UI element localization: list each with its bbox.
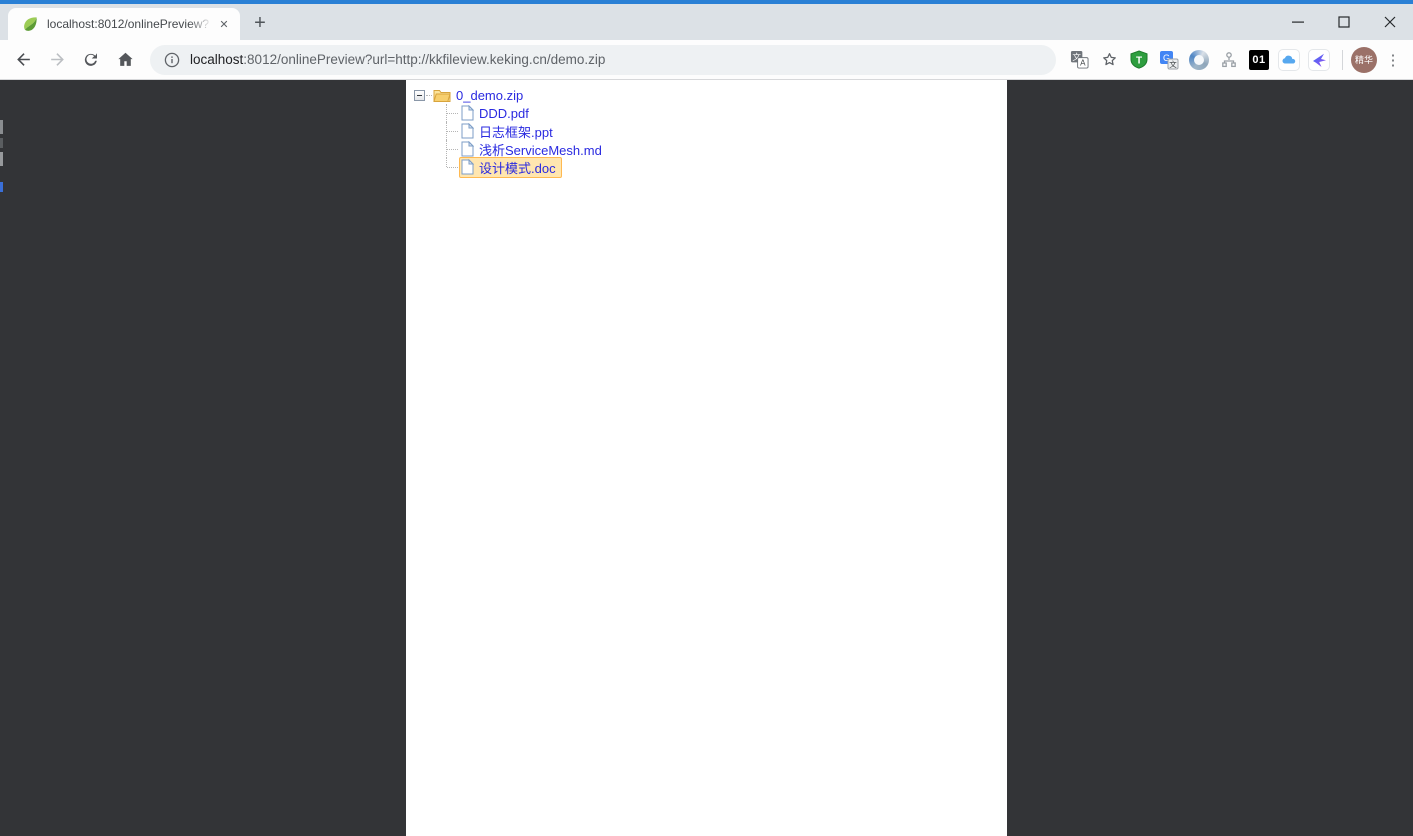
screen-edge-artifact — [0, 80, 3, 836]
page-viewport: 0_demo.zip DDD.pdf — [0, 80, 1413, 836]
extensions-area: T G 文 01 — [1124, 45, 1405, 75]
reload-button[interactable] — [76, 45, 106, 75]
maximize-button[interactable] — [1321, 4, 1367, 40]
translate-page-icon[interactable]: 文 A — [1064, 45, 1094, 75]
url-host: localhost — [190, 52, 243, 67]
file-tree: 0_demo.zip DDD.pdf — [414, 86, 1003, 176]
svg-text:T: T — [1136, 55, 1142, 66]
collapse-minus-icon[interactable] — [414, 90, 425, 101]
tree-root-node: 0_demo.zip — [414, 86, 1003, 104]
home-button[interactable] — [110, 45, 140, 75]
tree-file-row: 浅析ServiceMesh.md — [446, 140, 1003, 158]
url-text[interactable]: localhost:8012/onlinePreview?url=http://… — [190, 52, 605, 67]
tree-file-row: DDD.pdf — [446, 104, 1003, 122]
tab-title: localhost:8012/onlinePreview? — [47, 17, 212, 31]
new-tab-button[interactable]: + — [246, 9, 274, 37]
file-link[interactable]: DDD.pdf — [459, 104, 535, 122]
bookmark-star-icon[interactable] — [1094, 45, 1124, 75]
file-icon — [461, 159, 474, 175]
browser-tab[interactable]: localhost:8012/onlinePreview? ✕ — [8, 8, 240, 40]
forward-button[interactable] — [42, 45, 72, 75]
shield-extension-icon[interactable]: T — [1124, 45, 1154, 75]
browser-toolbar: localhost:8012/onlinePreview?url=http://… — [0, 40, 1413, 80]
zip-preview-panel: 0_demo.zip DDD.pdf — [406, 80, 1007, 836]
bird-extension-icon[interactable] — [1304, 45, 1334, 75]
translate-extension-icon[interactable]: G 文 — [1154, 45, 1184, 75]
file-icon — [461, 105, 474, 121]
profile-avatar[interactable]: 精华 — [1351, 47, 1377, 73]
svg-text:A: A — [1080, 59, 1086, 68]
tab-strip: localhost:8012/onlinePreview? ✕ + — [0, 4, 1413, 40]
proxy-swirl-extension-icon[interactable] — [1184, 45, 1214, 75]
page-actions: 文 A — [1064, 45, 1124, 75]
window-controls — [1275, 4, 1413, 40]
browser-menu-icon[interactable]: ⋮ — [1381, 45, 1405, 75]
back-button[interactable] — [8, 45, 38, 75]
browser-window: localhost:8012/onlinePreview? ✕ + — [0, 0, 1413, 836]
file-icon — [461, 141, 474, 157]
tree-children: DDD.pdf 日志框架.ppt — [446, 104, 1003, 176]
file-name: DDD.pdf — [477, 106, 531, 121]
file-name: 浅析ServiceMesh.md — [477, 140, 604, 159]
badge-01-extension-icon[interactable]: 01 — [1244, 45, 1274, 75]
cloud-extension-icon[interactable] — [1274, 45, 1304, 75]
spring-leaf-favicon — [22, 16, 38, 32]
file-link[interactable]: 设计模式.doc — [459, 157, 562, 178]
tree-root-label[interactable]: 0_demo.zip — [454, 88, 525, 103]
url-path: :8012/onlinePreview?url=http://kkfilevie… — [243, 52, 605, 67]
page-info-icon[interactable] — [164, 52, 180, 68]
close-window-button[interactable] — [1367, 4, 1413, 40]
tab-close-icon[interactable]: ✕ — [216, 16, 232, 32]
sitemap-extension-icon[interactable] — [1214, 45, 1244, 75]
file-name: 设计模式.doc — [477, 158, 558, 177]
tree-file-row-selected: 设计模式.doc — [446, 158, 1003, 176]
address-bar[interactable]: localhost:8012/onlinePreview?url=http://… — [150, 45, 1056, 75]
toolbar-separator — [1342, 50, 1343, 70]
file-icon — [461, 123, 474, 139]
minimize-button[interactable] — [1275, 4, 1321, 40]
svg-text:文: 文 — [1169, 59, 1177, 69]
open-folder-icon — [433, 88, 451, 103]
tree-file-row: 日志框架.ppt — [446, 122, 1003, 140]
